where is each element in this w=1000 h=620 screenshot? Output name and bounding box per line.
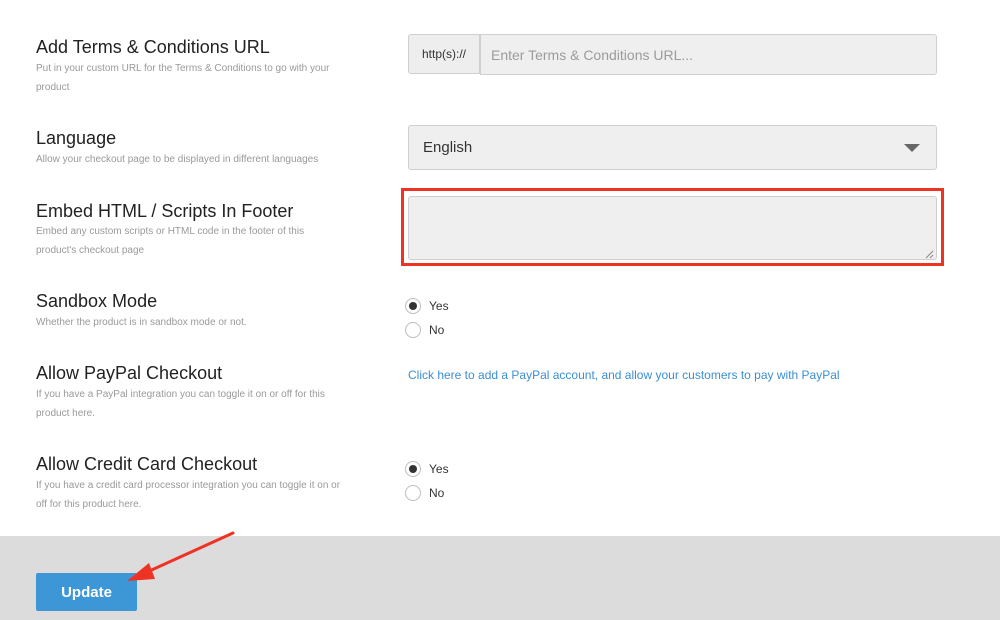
terms-url-input[interactable] — [480, 34, 937, 75]
sandbox-no-radio[interactable] — [405, 322, 421, 338]
credit-card-no-option[interactable]: No — [405, 483, 444, 503]
add-paypal-link[interactable]: Click here to add a PayPal account, and … — [408, 366, 840, 384]
sandbox-yes-label: Yes — [429, 299, 449, 313]
annotation-arrow-icon — [127, 531, 235, 581]
credit-card-yes-option[interactable]: Yes — [405, 459, 449, 479]
paypal-label: Allow PayPal Checkout — [36, 363, 223, 383]
sandbox-no-label: No — [429, 323, 445, 337]
credit-card-yes-radio[interactable] — [405, 461, 421, 477]
credit-card-label: Allow Credit Card Checkout — [36, 454, 258, 474]
highlight-box — [401, 188, 944, 266]
embed-label: Embed HTML / Scripts In Footer — [36, 201, 294, 221]
sandbox-yes-radio[interactable] — [405, 298, 421, 314]
language-help: Allow your checkout page to be displayed… — [36, 154, 319, 165]
terms-url-group: http(s):// — [408, 34, 937, 75]
paypal-help: If you have a PayPal integration you can… — [36, 389, 325, 419]
sandbox-label: Sandbox Mode — [36, 291, 158, 311]
credit-card-yes-label: Yes — [429, 462, 449, 476]
language-label: Language — [36, 128, 117, 148]
credit-card-no-radio[interactable] — [405, 485, 421, 501]
language-select[interactable]: English — [408, 125, 937, 170]
url-prefix: http(s):// — [408, 34, 480, 74]
caret-down-icon — [904, 144, 920, 152]
sandbox-help: Whether the product is in sandbox mode o… — [36, 317, 247, 328]
sandbox-yes-option[interactable]: Yes — [405, 296, 449, 316]
credit-card-help: If you have a credit card processor inte… — [36, 480, 341, 510]
terms-help: Put in your custom URL for the Terms & C… — [36, 63, 330, 93]
language-selected-value: English — [423, 139, 473, 156]
credit-card-no-label: No — [429, 486, 445, 500]
embed-help: Embed any custom scripts or HTML code in… — [36, 226, 305, 256]
sandbox-no-option[interactable]: No — [405, 320, 444, 340]
terms-label: Add Terms & Conditions URL — [36, 37, 270, 57]
